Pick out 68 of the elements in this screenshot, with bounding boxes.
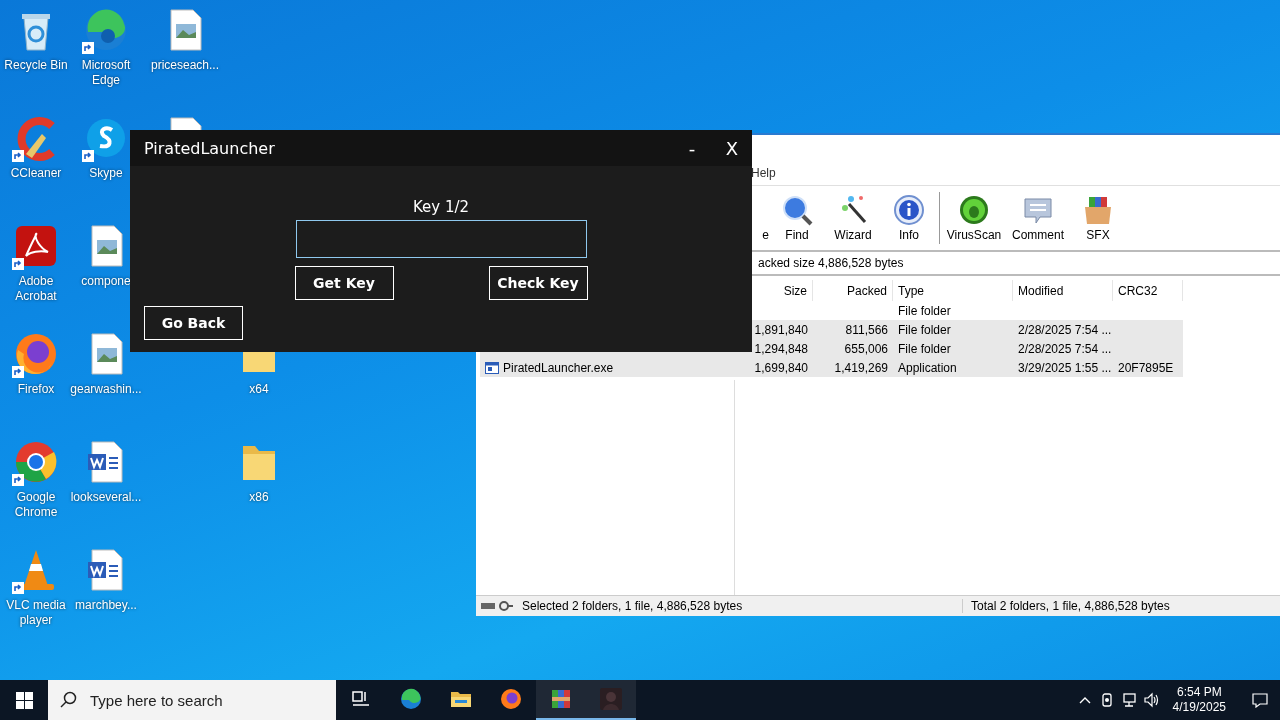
notification-icon[interactable] (1252, 692, 1268, 708)
table-cell: 3/29/2025 1:55 ... (1018, 360, 1112, 375)
toolbar-button[interactable]: e (739, 186, 769, 250)
close-button[interactable]: X (712, 130, 752, 166)
search-icon (60, 691, 78, 709)
search-bar[interactable]: Type here to search (48, 680, 336, 720)
toolbar-button[interactable]: SFX (1070, 186, 1126, 250)
search-icon (781, 194, 813, 226)
table-cell: 655,006 (844, 341, 888, 356)
desktop-icon-label[interactable]: compone (81, 274, 131, 289)
table-cell: 1,891,840 (754, 322, 808, 337)
table-cell: 1,419,269 (834, 360, 888, 375)
desktop-icon-label[interactable]: Skype (89, 166, 123, 181)
column-header[interactable]: Type (893, 280, 1013, 301)
table-cell: File folder (898, 341, 951, 356)
key-button[interactable]: Get Key (294, 266, 394, 300)
table-cell: 2/28/2025 7:54 ... (1018, 322, 1112, 337)
info-icon (893, 194, 925, 226)
status-text: Total 2 folders, 1 file, 4,886,528 bytes (970, 599, 1170, 613)
app-icon (599, 687, 623, 711)
menu-item[interactable]: Help (749, 165, 778, 180)
desktop-icon-label[interactable]: Recycle Bin (4, 58, 68, 73)
column-header[interactable]: Modified (1013, 280, 1113, 301)
table-cell: 2/28/2025 7:54 ... (1018, 341, 1112, 356)
desktop-icon-label[interactable]: Firefox (17, 382, 55, 397)
toolbar-button[interactable]: VirusScan (942, 186, 1006, 250)
window-title: PiratedLauncher (144, 138, 276, 158)
column-header[interactable]: CRC32 (1113, 280, 1183, 301)
application-icon (485, 361, 499, 374)
key-input-field[interactable] (295, 220, 587, 258)
speaker-icon[interactable] (1142, 692, 1159, 708)
drive-key-icon (480, 600, 514, 612)
box-icon (1082, 194, 1114, 226)
file-name: PiratedLauncher.exe (503, 360, 614, 375)
desktop-icon-label[interactable]: priceseach... (150, 58, 219, 73)
column-header[interactable]: Packed (813, 280, 893, 301)
desktop-icon-label[interactable]: Microsoft Edge (70, 58, 142, 88)
toolbar-button[interactable]: Comment (1006, 186, 1070, 250)
desktop-icon-label[interactable]: Adobe Acrobat (0, 274, 72, 304)
toolbar-button[interactable]: Wizard (825, 186, 881, 250)
windows-logo-icon (15, 691, 33, 709)
table-cell: File folder (898, 303, 951, 318)
taskbar-app-button[interactable] (536, 680, 586, 720)
status-text: Selected 2 folders, 1 file, 4,886,528 bytes (522, 599, 963, 613)
key-button[interactable]: Check Key (488, 266, 588, 300)
clock-time[interactable]: 6:54 PM (1176, 685, 1222, 700)
desktop-icon-label[interactable]: gearwashin... (70, 382, 142, 397)
table-cell: 20F7895E (1118, 360, 1174, 375)
browser-icon (399, 687, 423, 711)
table-cell: Application (898, 360, 957, 375)
taskbar-app-button[interactable] (586, 680, 636, 720)
key-label: Key 1/2 (412, 198, 470, 216)
path-text: acked size 4,886,528 bytes (758, 256, 904, 270)
table-cell: File folder (898, 322, 951, 337)
search-field[interactable]: Type here to search (88, 690, 312, 710)
table-cell: 1,699,840 (754, 360, 808, 375)
table-cell: 1,294,848 (754, 341, 808, 356)
toolbar-button[interactable]: Find (769, 186, 825, 250)
books-icon (549, 687, 573, 711)
file-row[interactable]: PiratedLauncher.exe 1,699,840 1,419,269 Application 3/29/2025 1:55 ... 20F7895E (480, 358, 1183, 377)
network-icon[interactable] (1120, 692, 1137, 708)
desktop-icon-label[interactable]: CCleaner (10, 166, 62, 181)
go-back-button[interactable]: Go Back (144, 306, 243, 340)
toolbar-button[interactable]: Info (881, 186, 937, 250)
minimize-button[interactable]: - (672, 130, 712, 166)
browser-icon (499, 687, 523, 711)
clock-date[interactable]: 4/19/2025 (1172, 700, 1226, 715)
table-cell: 811,566 (845, 322, 888, 337)
